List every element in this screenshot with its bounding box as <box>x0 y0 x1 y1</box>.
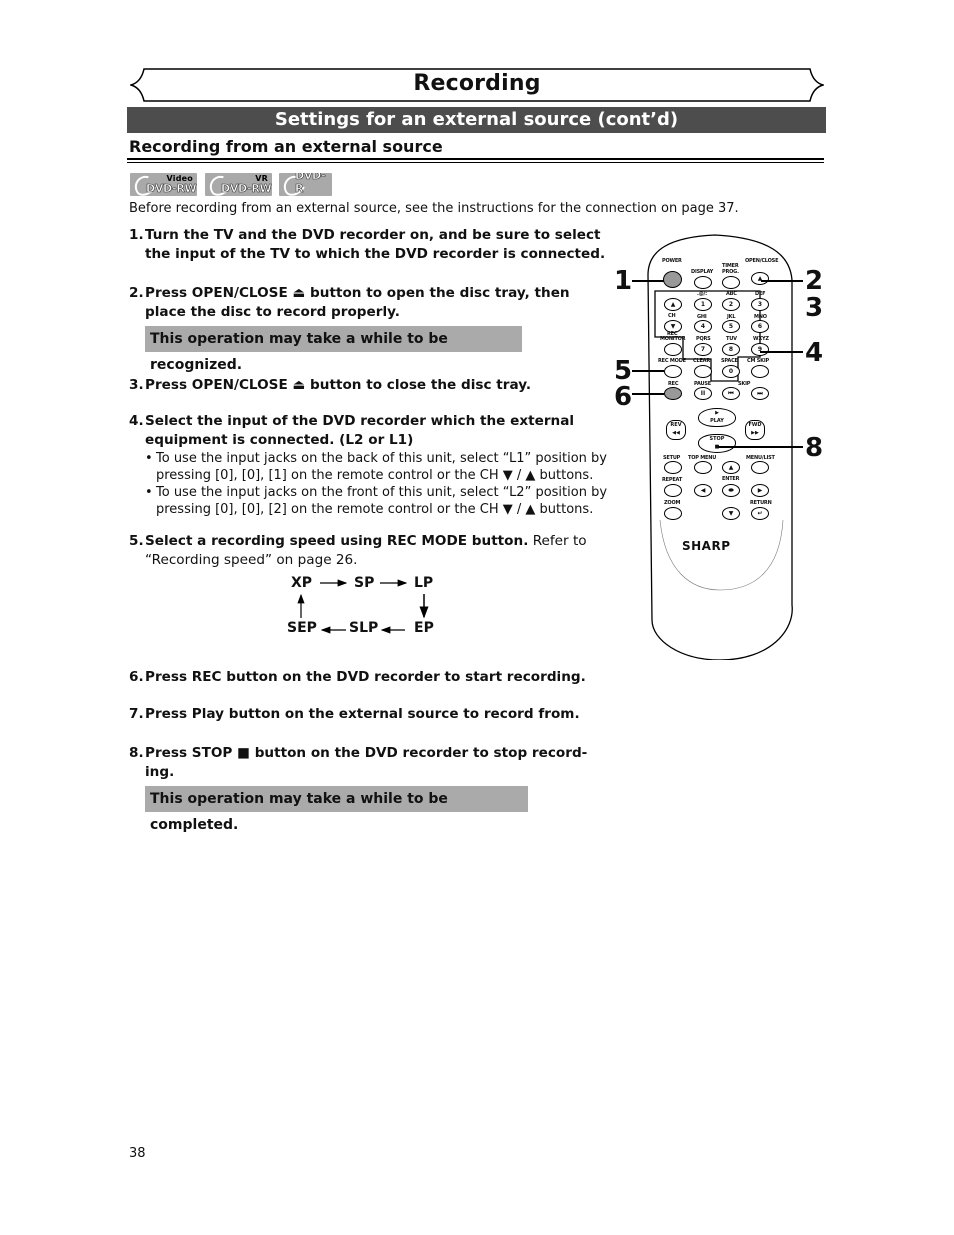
note-recognized: This operation may take a while to be re… <box>145 326 522 373</box>
sharp-logo: SHARP <box>682 539 731 553</box>
return-button[interactable]: ↵ <box>751 507 769 520</box>
rev-button[interactable]: REV ◀◀ <box>666 420 686 440</box>
fwd-button[interactable]: FWD ▶▶ <box>745 420 765 440</box>
right-button[interactable]: ▶ <box>751 484 769 497</box>
stop-button[interactable]: STOP ■ <box>698 434 736 453</box>
step-4: 4. Select the input of the DVD recorder … <box>129 413 575 448</box>
left-button[interactable]: ◀ <box>694 484 712 497</box>
pause-button[interactable]: II <box>694 387 712 400</box>
callout-3: 3 <box>805 293 824 323</box>
callout-2: 2 <box>805 266 824 296</box>
digit-0-button[interactable]: 0 <box>722 365 740 378</box>
intro-text: Before recording from an external source… <box>129 201 739 216</box>
step-8: 8. Press STOP ■ button on the DVD record… <box>129 745 588 780</box>
rec-button[interactable] <box>664 387 682 400</box>
step-3: 3. Press OPEN/CLOSE ⏏ button to close th… <box>129 377 532 393</box>
skip-back-button[interactable]: ⏮ <box>722 387 740 400</box>
label-open-close: OPEN/CLOSE <box>745 258 779 264</box>
clear-button[interactable] <box>694 365 712 378</box>
rec-monitor-button[interactable] <box>664 343 682 356</box>
label-prog: PROG. <box>722 269 739 275</box>
callout-line <box>632 370 664 372</box>
step-7: 7. Press Play button on the external sou… <box>129 706 580 722</box>
callout-line <box>632 393 664 395</box>
divider <box>127 158 824 160</box>
up-button[interactable]: ▲ <box>722 461 740 474</box>
callout-line <box>760 351 803 353</box>
digit-6-button[interactable]: 6 <box>751 320 769 333</box>
bullet-l1: • To use the input jacks on the back of … <box>145 451 607 483</box>
digit-3-button[interactable]: 3 <box>751 298 769 311</box>
digit-8-button[interactable]: 8 <box>722 343 740 356</box>
label-display: DISPLAY <box>691 269 714 275</box>
enter-button[interactable]: ⬬ <box>722 484 740 497</box>
chapter-banner: Recording <box>130 68 824 102</box>
setup-button[interactable] <box>664 461 682 474</box>
digit-4-button[interactable]: 4 <box>694 320 712 333</box>
callout-5: 5 <box>614 356 633 386</box>
step-2: 2. Press OPEN/CLOSE ⏏ button to open the… <box>129 285 570 320</box>
badge-format: DVD-RW <box>221 182 272 196</box>
callout-4: 4 <box>805 338 824 368</box>
skip-forward-button[interactable]: ⏭ <box>751 387 769 400</box>
step-5: 5. Select a recording speed using REC MO… <box>129 533 587 568</box>
badge-format: DVD-RW <box>146 182 197 196</box>
digit-7-button[interactable]: 7 <box>694 343 712 356</box>
badge-video-dvd-rw: Video DVD-RW <box>130 173 197 196</box>
callout-line <box>632 280 664 282</box>
label-power: POWER <box>662 258 682 264</box>
subheading: Recording from an external source <box>129 137 443 156</box>
bullet-l2: • To use the input jacks on the front of… <box>145 485 608 517</box>
step-6: 6. Press REC button on the DVD recorder … <box>129 669 586 685</box>
step-1: 1. Turn the TV and the DVD recorder on, … <box>129 227 606 262</box>
open-close-button[interactable]: ▲ <box>751 272 769 285</box>
rec-mode-button[interactable] <box>664 365 682 378</box>
note-completed: This operation may take a while to be co… <box>145 786 528 833</box>
repeat-button[interactable] <box>664 484 682 497</box>
callout-line <box>718 446 803 448</box>
digit-9-button[interactable]: 9 <box>751 343 769 356</box>
badge-vr-dvd-rw: VR DVD-RW <box>205 173 272 196</box>
top-menu-button[interactable] <box>694 461 712 474</box>
power-button[interactable] <box>663 271 682 288</box>
badge-format: DVD-R <box>295 173 326 195</box>
display-button[interactable] <box>694 276 712 289</box>
menu-list-button[interactable] <box>751 461 769 474</box>
cm-skip-button[interactable] <box>751 365 769 378</box>
timer-prog-button[interactable] <box>722 276 740 289</box>
callout-8: 8 <box>805 433 824 463</box>
down-button[interactable]: ▼ <box>722 507 740 520</box>
digit-2-button[interactable]: 2 <box>722 298 740 311</box>
divider <box>127 162 824 163</box>
zoom-button[interactable] <box>664 507 682 520</box>
digit-5-button[interactable]: 5 <box>722 320 740 333</box>
speed-arrows <box>297 579 429 634</box>
ch-up-button[interactable]: ▲ <box>664 298 682 311</box>
callout-1: 1 <box>614 266 633 296</box>
section-title: Settings for an external source (cont’d) <box>127 107 826 133</box>
chapter-title: Recording <box>413 71 541 96</box>
callout-6: 6 <box>614 382 633 412</box>
play-button[interactable]: ▶ PLAY <box>698 408 736 427</box>
callout-line <box>761 280 803 282</box>
page-number: 38 <box>129 1146 146 1161</box>
badge-dvd-r: DVD-R <box>279 173 332 196</box>
remote-control-illustration: POWER DISPLAY TIMER PROG. OPEN/CLOSE ▲ .… <box>614 230 850 660</box>
digit-1-button[interactable]: 1 <box>694 298 712 311</box>
